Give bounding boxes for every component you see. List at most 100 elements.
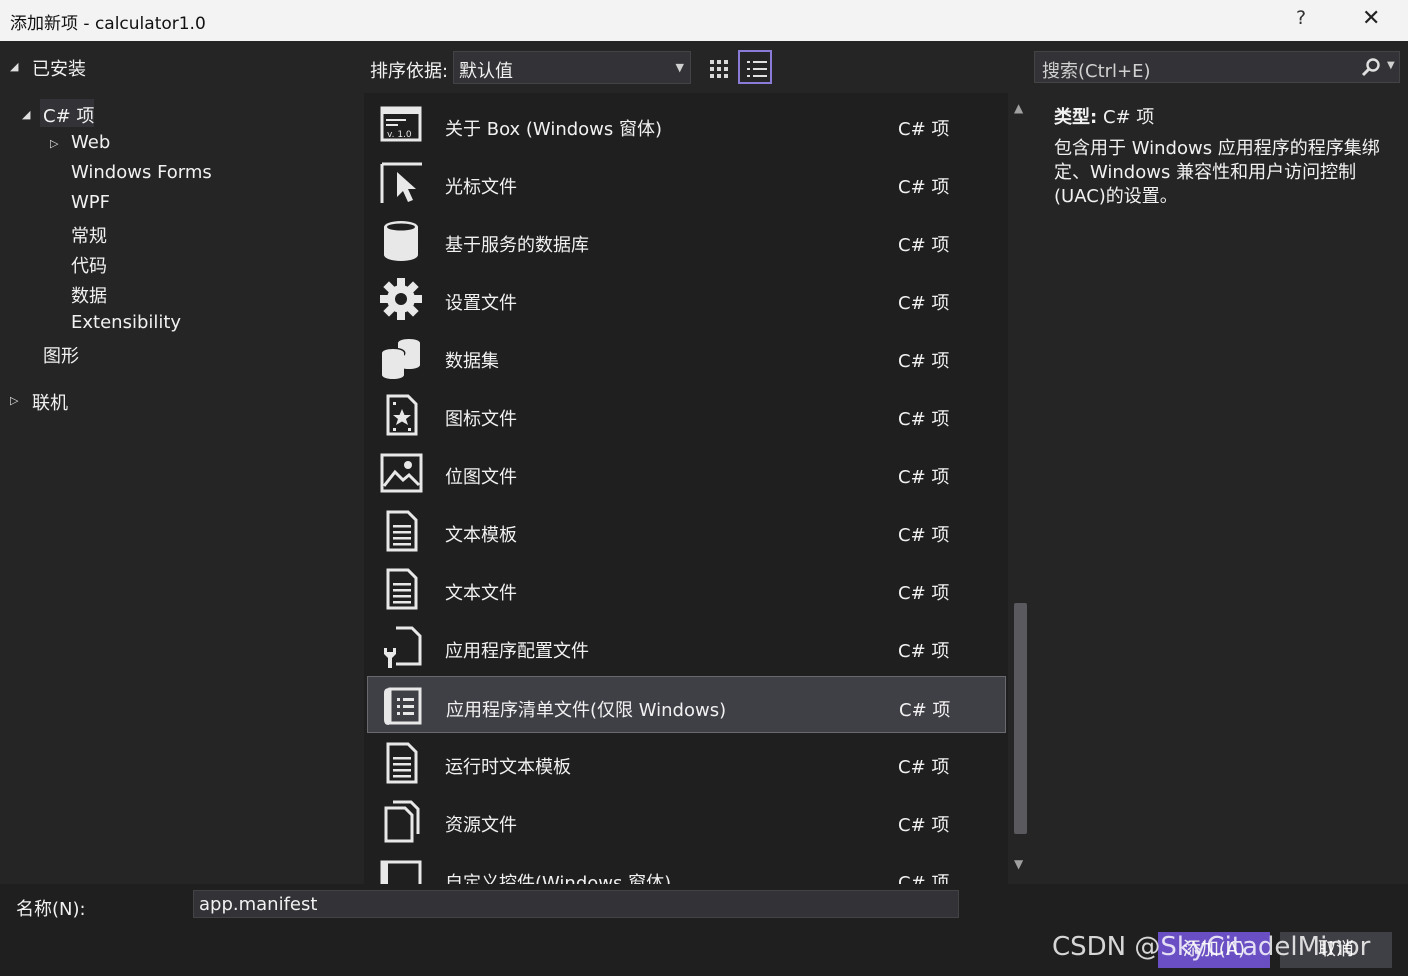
grid-view-icon — [710, 60, 728, 78]
window-title: 添加新项 - calculator1.0 — [10, 14, 206, 34]
template-name: 资源文件 — [445, 815, 517, 836]
template-type: C# 项 — [898, 177, 950, 198]
search-box[interactable]: 搜索(Ctrl+E) ▼ — [1034, 51, 1400, 83]
tree-item-extensibility[interactable]: Extensibility — [71, 312, 181, 333]
custom-control-icon — [380, 860, 422, 884]
list-scrollbar[interactable]: ▲ ▼ — [1008, 93, 1034, 884]
template-name: 数据集 — [445, 351, 499, 372]
template-list-item[interactable]: 图标文件 C# 项 — [367, 386, 1006, 443]
expanded-arrow-icon[interactable]: ◢ — [22, 108, 30, 121]
template-name: 基于服务的数据库 — [445, 235, 589, 256]
template-list-item[interactable]: 光标文件 C# 项 — [367, 154, 1006, 211]
bottom-bar: 名称(N): app.manifest 添加(A) 取消 CSDN @SkyCi… — [0, 884, 1408, 976]
scroll-up-icon[interactable]: ▲ — [1014, 101, 1023, 115]
name-input-value: app.manifest — [199, 894, 318, 915]
template-type: C# 项 — [898, 757, 950, 778]
collapsed-arrow-icon[interactable]: ▷ — [10, 394, 18, 407]
template-list-item[interactable]: 基于服务的数据库 C# 项 — [367, 212, 1006, 269]
name-label: 名称(N): — [16, 899, 86, 920]
template-name: 光标文件 — [445, 177, 517, 198]
template-type: C# 项 — [898, 467, 950, 488]
tree-item-wpf[interactable]: WPF — [71, 192, 110, 213]
help-button[interactable]: ? — [1296, 7, 1306, 29]
tree-item-csharp[interactable]: C# 项 — [43, 102, 94, 128]
details-panel: 搜索(Ctrl+E) ▼ 类型: C# 项 包含用于 Windows 应用程序的… — [1034, 41, 1408, 884]
template-list-item[interactable]: 设置文件 C# 项 — [367, 270, 1006, 327]
sort-dropdown[interactable]: 默认值 ▼ — [453, 51, 691, 84]
dataset-icon — [380, 339, 420, 379]
template-list-item[interactable]: 应用程序配置文件 C# 项 — [367, 618, 1006, 675]
name-input[interactable]: app.manifest — [193, 890, 959, 918]
template-list-item[interactable]: 资源文件 C# 项 — [367, 792, 1006, 849]
type-label: 类型: — [1054, 107, 1098, 128]
tree-item-installed[interactable]: 已安装 — [32, 55, 86, 81]
template-type: C# 项 — [898, 641, 950, 662]
template-name: 自定义控件(Windows 窗体) — [445, 873, 672, 884]
collapsed-arrow-icon[interactable]: ▷ — [50, 137, 58, 150]
medium-icons-view-button[interactable] — [700, 50, 734, 84]
template-type: C# 项 — [898, 873, 950, 884]
sort-dropdown-value: 默认值 — [459, 61, 513, 82]
scroll-down-icon[interactable]: ▼ — [1014, 857, 1023, 871]
template-name: 位图文件 — [445, 467, 517, 488]
text-template-icon — [386, 510, 418, 552]
search-options-chevron-icon[interactable]: ▼ — [1387, 60, 1395, 71]
template-name: 设置文件 — [445, 293, 517, 314]
template-type: C# 项 — [898, 351, 950, 372]
svg-text:v. 1.0: v. 1.0 — [387, 130, 412, 140]
cursor-icon — [380, 162, 422, 203]
template-list-item[interactable]: 位图文件 C# 项 — [367, 444, 1006, 501]
template-list-item[interactable]: 文本模板 C# 项 — [367, 502, 1006, 559]
template-type: C# 项 — [898, 409, 950, 430]
template-list-item[interactable]: 运行时文本模板 C# 项 — [367, 734, 1006, 791]
template-name: 图标文件 — [445, 409, 517, 430]
template-name: 应用程序配置文件 — [445, 641, 589, 662]
tree-item-data[interactable]: 数据 — [71, 282, 107, 308]
tree-item-graphics[interactable]: 图形 — [43, 342, 79, 368]
template-list-item[interactable]: 文本文件 C# 项 — [367, 560, 1006, 617]
template-type: C# 项 — [898, 583, 950, 604]
template-type: C# 项 — [898, 235, 950, 256]
chevron-down-icon: ▼ — [675, 61, 684, 74]
sort-toolbar: 排序依据: 默认值 ▼ — [364, 41, 1034, 93]
template-type: C# 项 — [898, 293, 950, 314]
bitmap-icon — [380, 453, 423, 493]
config-file-icon — [384, 626, 422, 668]
scroll-thumb[interactable] — [1014, 603, 1027, 834]
template-name: 文本文件 — [445, 583, 517, 604]
tree-item-winforms[interactable]: Windows Forms — [71, 162, 212, 183]
template-type: C# 项 — [898, 119, 950, 140]
gear-icon — [380, 278, 422, 320]
template-type: C# 项 — [899, 700, 951, 721]
template-list-item-selected[interactable]: 应用程序清单文件(仅限 Windows) C# 项 — [367, 676, 1006, 733]
type-line: 类型: C# 项 — [1054, 103, 1154, 129]
list-view-button[interactable] — [738, 50, 772, 84]
template-type: C# 项 — [898, 815, 950, 836]
template-list-item[interactable]: 自定义控件(Windows 窗体) C# 项 — [367, 850, 1006, 884]
database-icon — [384, 221, 418, 261]
tree-item-code[interactable]: 代码 — [71, 252, 107, 278]
template-name: 关于 Box (Windows 窗体) — [445, 119, 663, 140]
search-placeholder: 搜索(Ctrl+E) — [1042, 61, 1151, 82]
template-list-item[interactable]: 数据集 C# 项 — [367, 328, 1006, 385]
text-file-icon — [386, 568, 418, 610]
template-type: C# 项 — [898, 525, 950, 546]
template-name: 文本模板 — [445, 525, 517, 546]
close-button[interactable]: ✕ — [1362, 6, 1380, 31]
runtime-template-icon — [386, 742, 418, 784]
resource-file-icon — [384, 800, 420, 843]
search-icon[interactable] — [1361, 58, 1381, 78]
item-description: 包含用于 Windows 应用程序的程序集绑定、Windows 兼容性和用户访问… — [1054, 138, 1380, 207]
type-value: C# 项 — [1102, 107, 1155, 128]
expanded-arrow-icon[interactable]: ◢ — [10, 60, 18, 73]
tree-item-web[interactable]: Web — [71, 132, 110, 153]
template-list-item[interactable]: v. 1.0 关于 Box (Windows 窗体) C# 项 — [367, 96, 1006, 153]
icon-file-icon — [386, 394, 418, 436]
sort-label: 排序依据: — [370, 61, 449, 82]
manifest-icon — [384, 687, 422, 725]
template-list: v. 1.0 关于 Box (Windows 窗体) C# 项 光标文件 C# … — [364, 93, 1008, 884]
tree-item-general[interactable]: 常规 — [71, 222, 107, 248]
tree-item-online[interactable]: 联机 — [32, 389, 68, 415]
about-box-icon: v. 1.0 — [380, 106, 422, 142]
template-name: 运行时文本模板 — [445, 757, 571, 778]
